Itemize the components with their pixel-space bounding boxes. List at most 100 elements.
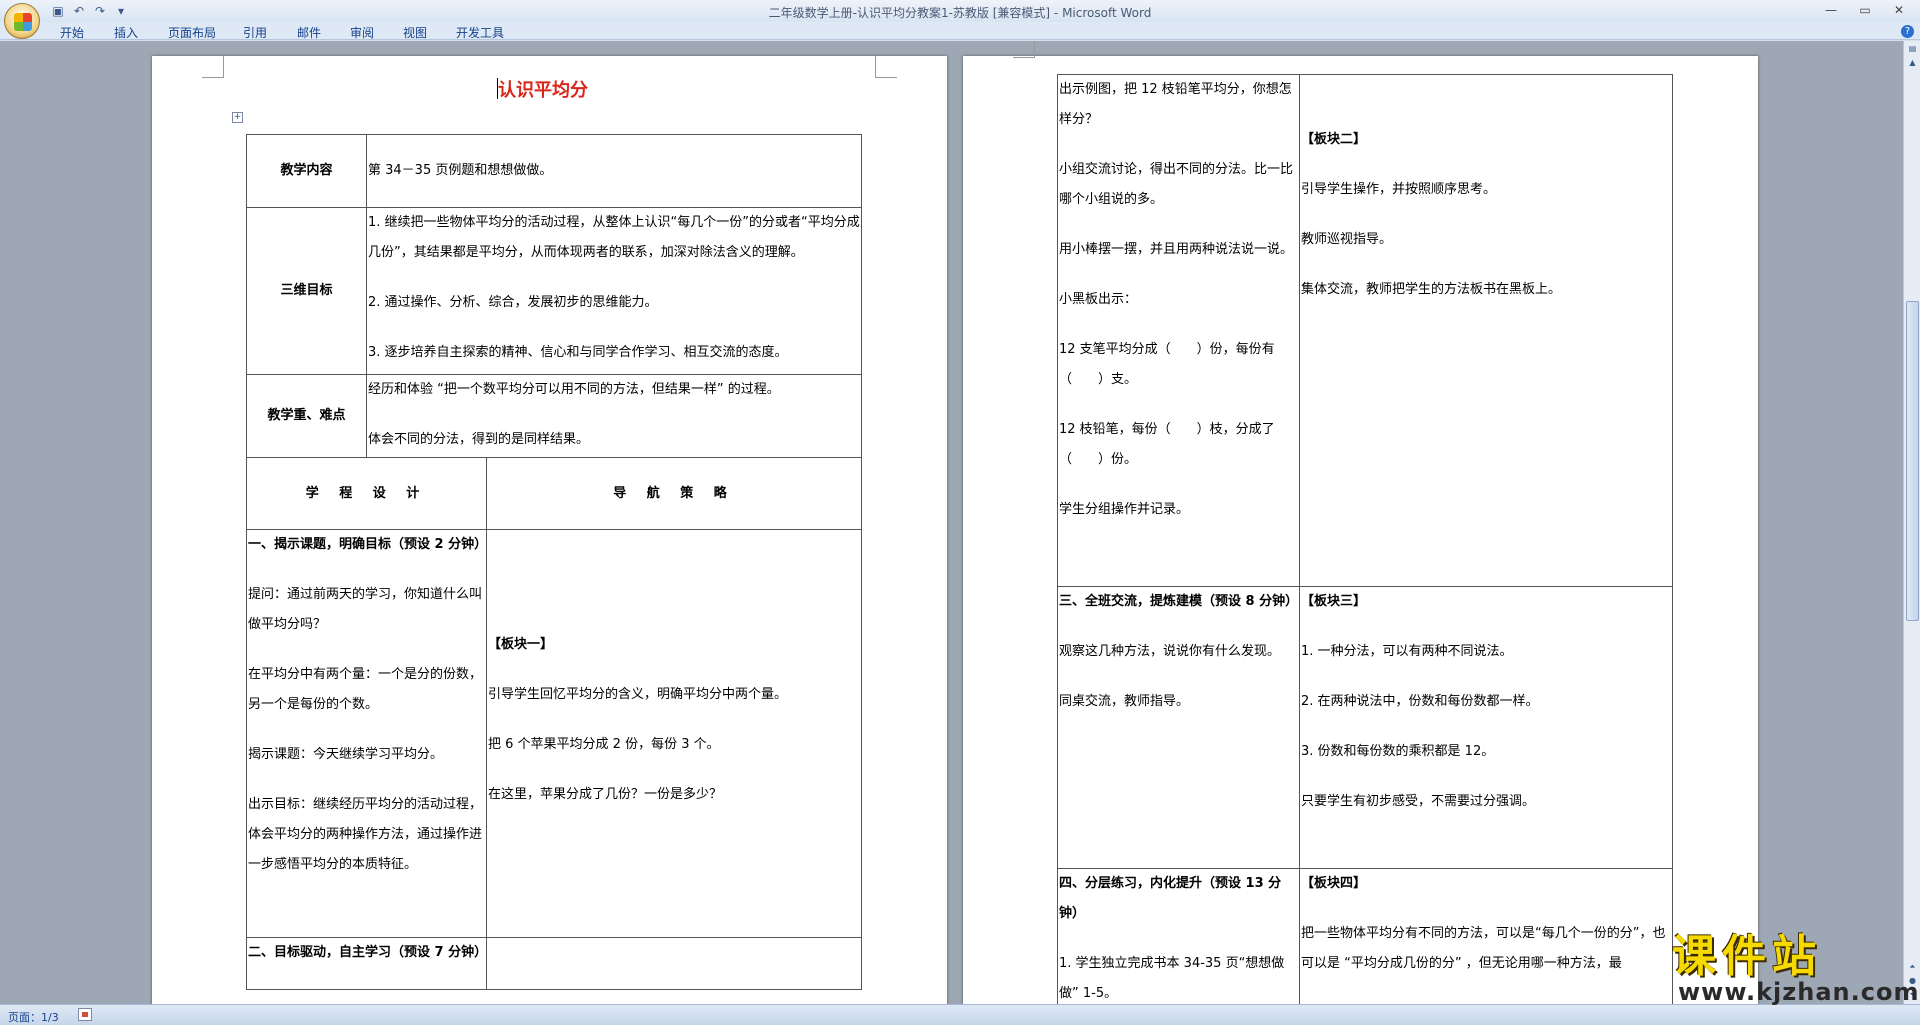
page-1: 认识平均分 + 教学内容 第 34－35 页例题和想想做做。 三维目标 1. 继… — [152, 56, 947, 1004]
section3-right-item: 2. 在两种说法中，份数和每份数都一样。 — [1301, 694, 1539, 709]
row1-left-item: 学生分组操作并记录。 — [1059, 502, 1190, 517]
row1-left-item: 12 枝铅笔，每份（ ）枝，分成了（ ）份。 — [1059, 422, 1275, 467]
title-bar: ▣ ↶ ↷ ▾ 二年级数学上册-认识平均分教案1-苏教版 [兼容模式] - Mi… — [0, 0, 1920, 22]
section1-left: 一、揭示课题，明确目标（预设 2 分钟） 提问：通过前两天的学习，你知道什么叫做… — [246, 529, 487, 938]
app-name: Microsoft Word — [1062, 6, 1152, 20]
section1-title: 一、揭示课题，明确目标（预设 2 分钟） — [248, 537, 487, 552]
focus-item: 体会不同的分法，得到的是同样结果。 — [368, 432, 590, 447]
section1-right-item: 在这里，苹果分成了几份？一份是多少？ — [488, 787, 723, 802]
content-label: 教学内容 — [246, 134, 367, 208]
block-three-label: 【板块三】 — [1301, 594, 1367, 609]
section1-left-item: 在平均分中有两个量：一个是分的份数，另一个是每份的个数。 — [248, 667, 483, 712]
block-four-label: 【板块四】 — [1301, 876, 1367, 891]
section4-right-item: 把一些物体平均分有不同的方法，可以是“每几个一份的分”，也可以是 “平均分成几份… — [1301, 926, 1666, 971]
goals-label: 三维目标 — [246, 207, 367, 375]
crop-mark — [202, 56, 224, 78]
row1-left: 出示例图，把 12 枝铅笔平均分，你想怎样分？ 小组交流讨论，得出不同的分法。比… — [1057, 74, 1300, 587]
table-row: 学 程 设 计 导 航 策 略 — [246, 457, 863, 530]
section4-left: 四、分层练习，内化提升（预设 13 分钟） 1. 学生独立完成书本 34-35 … — [1057, 868, 1300, 1004]
col2-header: 导 航 策 略 — [485, 457, 863, 530]
watermark-logo: 课件站 www.kjzhan.com — [1660, 920, 1918, 1010]
tab-references[interactable]: 引用 — [243, 24, 267, 41]
minimize-button[interactable]: — — [1814, 0, 1848, 20]
section3-title: 三、全班交流，提炼建模（预设 8 分钟） — [1059, 594, 1299, 609]
crop-mark — [1013, 41, 1035, 58]
document-name: 二年级数学上册-认识平均分教案1-苏教版 [兼容模式] - — [768, 6, 1059, 20]
window-title: 二年级数学上册-认识平均分教案1-苏教版 [兼容模式] - Microsoft … — [0, 4, 1920, 21]
table-row: 出示例图，把 12 枝铅笔平均分，你想怎样分？ 小组交流讨论，得出不同的分法。比… — [1057, 74, 1673, 587]
section1-left-item: 出示目标：继续经历平均分的活动过程，体会平均分的两种操作方法，通过操作进一步感悟… — [248, 797, 483, 872]
document-area[interactable]: 认识平均分 + 教学内容 第 34－35 页例题和想想做做。 三维目标 1. 继… — [0, 41, 1903, 1004]
tab-insert[interactable]: 插入 — [114, 24, 138, 41]
lesson-table: 教学内容 第 34－35 页例题和想想做做。 三维目标 1. 继续把一些物体平均… — [246, 134, 863, 990]
vertical-scrollbar[interactable]: ▤ ▲ ⏶ ● ⏷ — [1903, 41, 1920, 1004]
section4-left-item: 1. 学生独立完成书本 34-35 页“想想做做” 1-5。 — [1059, 956, 1285, 1001]
watermark-url: www.kjzhan.com — [1678, 978, 1920, 1006]
tab-developer[interactable]: 开发工具 — [456, 24, 504, 41]
section2-left: 二、目标驱动，自主学习（预设 7 分钟） — [246, 937, 487, 990]
content-value: 第 34－35 页例题和想想做做。 — [365, 134, 863, 208]
scroll-thumb[interactable] — [1906, 301, 1919, 621]
section3-left-item: 同桌交流，教师指导。 — [1059, 694, 1190, 709]
status-page-number[interactable]: 页面：1/3 — [8, 1009, 59, 1025]
row1-right-item: 引导学生操作，并按照顺序思考。 — [1301, 182, 1497, 197]
office-button[interactable] — [4, 3, 40, 39]
section3-right-item: 1. 一种分法，可以有两种不同说法。 — [1301, 644, 1513, 659]
office-logo-icon — [14, 13, 32, 31]
goal-item: 3. 逐步培养自主探索的精神、信心和与同学合作学习、相互交流的态度。 — [368, 345, 788, 360]
goals-cell: 1. 继续把一些物体平均分的活动过程，从整体上认识“每几个一份”的分或者“平均分… — [365, 207, 863, 375]
section4-title: 四、分层练习，内化提升（预设 13 分钟） — [1059, 876, 1282, 921]
ruler-toggle-icon[interactable]: ▤ — [1906, 43, 1919, 55]
tab-page-layout[interactable]: 页面布局 — [168, 24, 216, 41]
section1-right-item: 把 6 个苹果平均分成 2 份，每份 3 个。 — [488, 737, 720, 752]
table-row: 四、分层练习，内化提升（预设 13 分钟） 1. 学生独立完成书本 34-35 … — [1057, 868, 1673, 1004]
maximize-button[interactable]: ▭ — [1848, 0, 1882, 20]
ribbon-tabs: 开始 插入 页面布局 引用 邮件 审阅 视图 开发工具 ? — [0, 22, 1920, 40]
table-row: 教学内容 第 34－35 页例题和想想做做。 — [246, 134, 863, 208]
row1-left-item: 小组交流讨论，得出不同的分法。比一比哪个小组说的多。 — [1059, 162, 1294, 207]
tab-view[interactable]: 视图 — [403, 24, 427, 41]
goal-item: 1. 继续把一些物体平均分的活动过程，从整体上认识“每几个一份”的分或者“平均分… — [368, 215, 860, 260]
section1-right-item: 引导学生回忆平均分的含义，明确平均分中两个量。 — [488, 687, 788, 702]
table-row: 一、揭示课题，明确目标（预设 2 分钟） 提问：通过前两天的学习，你知道什么叫做… — [246, 529, 863, 938]
block-one-label: 【板块一】 — [488, 637, 554, 652]
section3-right-item: 只要学生有初步感受，不需要过分强调。 — [1301, 794, 1536, 809]
page-2: 出示例图，把 12 枝铅笔平均分，你想怎样分？ 小组交流讨论，得出不同的分法。比… — [963, 41, 1758, 1004]
row1-left-item: 出示例图，把 12 枝铅笔平均分，你想怎样分？ — [1059, 82, 1292, 127]
tab-home[interactable]: 开始 — [60, 24, 84, 41]
goal-item: 2. 通过操作、分析、综合，发展初步的思维能力。 — [368, 295, 658, 310]
col1-header: 学 程 设 计 — [246, 457, 487, 530]
row1-right-item: 集体交流，教师把学生的方法板书在黑板上。 — [1301, 282, 1562, 297]
section2-title: 二、目标驱动，自主学习（预设 7 分钟） — [248, 945, 487, 960]
section1-right: 【板块一】 引导学生回忆平均分的含义，明确平均分中两个量。 把 6 个苹果平均分… — [485, 529, 863, 938]
table-move-handle-icon[interactable]: + — [232, 112, 243, 123]
row1-right-item: 教师巡视指导。 — [1301, 232, 1393, 247]
row1-left-item: 用小棒摆一摆，并且用两种说法说一说。 — [1059, 242, 1294, 257]
tab-review[interactable]: 审阅 — [350, 24, 374, 41]
tab-mailings[interactable]: 邮件 — [297, 24, 321, 41]
section1-left-item: 提问：通过前两天的学习，你知道什么叫做平均分吗？ — [248, 587, 483, 632]
row1-left-item: 12 支笔平均分成（ ）份，每份有（ ）支。 — [1059, 342, 1275, 387]
section3-right: 【板块三】 1. 一种分法，可以有两种不同说法。 2. 在两种说法中，份数和每份… — [1299, 586, 1673, 869]
lesson-table-continued: 出示例图，把 12 枝铅笔平均分，你想怎样分？ 小组交流讨论，得出不同的分法。比… — [1057, 74, 1673, 1004]
proofing-status-icon[interactable] — [78, 1008, 92, 1021]
window-controls: — ▭ ✕ — [1814, 0, 1916, 20]
focus-label: 教学重、难点 — [246, 374, 367, 458]
section3-right-item: 3. 份数和每份数的乘积都是 12。 — [1301, 744, 1495, 759]
table-row: 三维目标 1. 继续把一些物体平均分的活动过程，从整体上认识“每几个一份”的分或… — [246, 207, 863, 375]
focus-item: 经历和体验 “把一个数平均分可以用不同的方法，但结果一样” 的过程。 — [368, 382, 780, 397]
section2-right — [485, 937, 863, 990]
focus-cell: 经历和体验 “把一个数平均分可以用不同的方法，但结果一样” 的过程。 体会不同的… — [365, 374, 863, 458]
watermark-main-text: 课件站 — [1672, 931, 1822, 982]
help-icon[interactable]: ? — [1901, 25, 1914, 38]
table-row: 教学重、难点 经历和体验 “把一个数平均分可以用不同的方法，但结果一样” 的过程… — [246, 374, 863, 458]
row1-left-item: 小黑板出示： — [1059, 292, 1138, 307]
section1-left-item: 揭示课题：今天继续学习平均分。 — [248, 747, 444, 762]
crop-mark — [875, 56, 897, 78]
section4-right: 【板块四】 把一些物体平均分有不同的方法，可以是“每几个一份的分”，也可以是 “… — [1299, 868, 1673, 1004]
scroll-up-icon[interactable]: ▲ — [1906, 57, 1919, 69]
status-bar: 页面：1/3 — [0, 1004, 1920, 1025]
section3-left-item: 观察这几种方法，说说你有什么发现。 — [1059, 644, 1281, 659]
close-button[interactable]: ✕ — [1882, 0, 1916, 20]
section3-left: 三、全班交流，提炼建模（预设 8 分钟） 观察这几种方法，说说你有什么发现。 同… — [1057, 586, 1300, 869]
